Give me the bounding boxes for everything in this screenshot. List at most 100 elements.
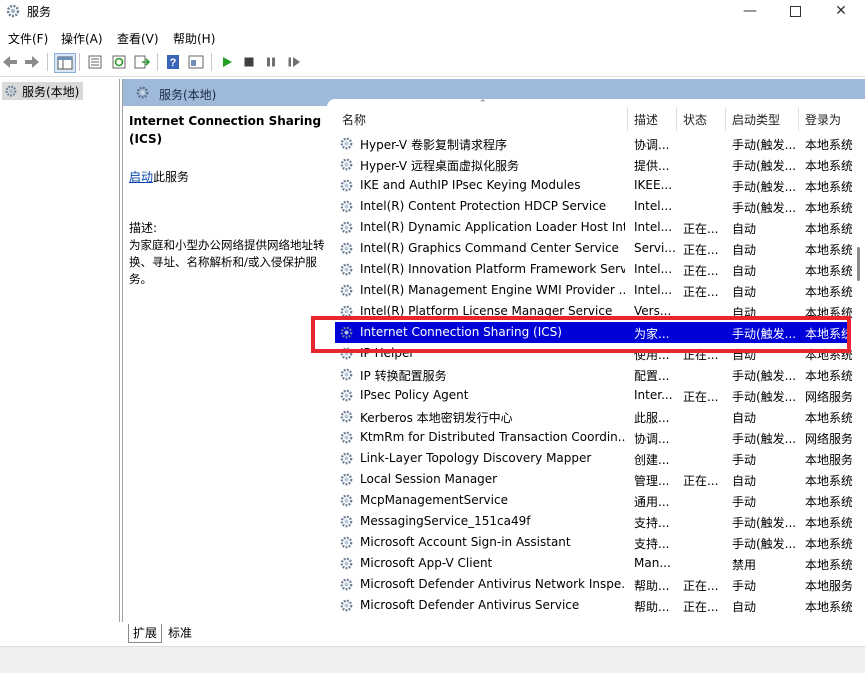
service-name-cell: Microsoft App-V Client [360,556,493,570]
service-desc-cell: Inter... [634,388,673,402]
pause-service-button[interactable] [261,53,281,71]
service-row[interactable]: Kerberos 本地密钥发行中心 此服... 自动 本地系统 [335,406,853,427]
maximize-icon [789,5,801,17]
service-row[interactable]: Local Session Manager 管理... 正在... 自动 本地系统 [335,469,853,490]
service-row[interactable]: KtmRm for Distributed Transaction Coordi… [335,427,853,448]
service-gear-icon [340,221,353,234]
tab-standard[interactable]: 标准 [164,624,196,642]
service-row[interactable]: McpManagementService 通用... 手动 本地系统 [335,490,853,511]
service-gear-icon [340,410,353,423]
minimize-button[interactable]: — [728,0,772,22]
service-row[interactable]: Intel(R) Dynamic Application Loader Host… [335,217,853,238]
service-logon-cell: 本地系统 [805,495,854,509]
service-description-label: 描述: [129,221,158,235]
service-name-cell: Hyper-V 卷影复制请求程序 [360,138,507,152]
column-header-status[interactable]: 状态 [683,111,707,131]
service-status-cell: 正在... [683,600,719,614]
service-title: Internet Connection Sharing (ICS) [129,114,322,146]
service-startup-cell: 手动(触发... [732,201,797,215]
services-gear-icon [5,85,17,97]
service-gear-icon [340,242,353,255]
service-startup-cell: 自动 [732,264,757,278]
service-row[interactable]: Microsoft Defender Antivirus Network Ins… [335,574,853,595]
service-row[interactable]: Intel(R) Management Engine WMI Provider … [335,280,853,301]
service-row[interactable]: MessagingService_151ca49f 支持... 手动(触发... 本地… [335,511,853,532]
service-row[interactable]: Intel(R) Graphics Command Center Service… [335,238,853,259]
refresh-button[interactable] [109,53,129,71]
maximize-button[interactable] [773,0,817,22]
service-row[interactable]: Intel(R) Innovation Platform Framework S… [335,259,853,280]
service-desc-cell: 配置... [634,369,670,383]
menu-action[interactable]: 操作(A) [61,30,103,47]
properties-button[interactable] [85,53,105,71]
service-name-cell: Intel(R) Content Protection HDCP Service [360,199,607,213]
restart-service-button[interactable] [284,53,304,71]
service-desc-cell: IKEE... [634,178,673,192]
service-gear-icon [340,452,353,465]
column-header-startup-type[interactable]: 启动类型 [732,111,780,131]
menu-file[interactable]: 文件(F) [8,30,48,47]
service-startup-cell: 自动 [732,222,757,236]
service-row[interactable]: Microsoft Defender Antivirus Service 帮助..… [335,595,853,616]
stop-icon [244,57,254,67]
show-hide-console-tree-button[interactable] [54,53,76,73]
service-row[interactable]: Link-Layer Topology Discovery Mapper 创建..… [335,448,853,469]
service-logon-cell: 网络服务 [805,390,854,404]
service-row[interactable]: IKE and AuthIP IPsec Keying Modules IKEE.… [335,175,853,196]
stop-service-button[interactable] [239,53,259,71]
service-startup-cell: 手动(触发... [732,516,797,530]
export-icon [134,55,150,69]
service-logon-cell: 本地系统 [805,222,854,236]
service-name-cell: Link-Layer Topology Discovery Mapper [360,451,592,465]
menu-view[interactable]: 查看(V) [117,30,159,47]
service-status-cell: 正在... [683,243,719,257]
service-row[interactable]: IP 转换配置服务 配置... 手动(触发... 本地系统 [335,364,853,385]
column-header-name[interactable]: 名称 [342,111,366,131]
scrollbar-thumb[interactable] [857,247,860,281]
start-service-link[interactable]: 启动 [129,170,153,184]
close-icon: ✕ [835,3,847,19]
service-name-cell: Microsoft Defender Antivirus Service [360,598,580,612]
service-logon-cell: 本地系统 [805,138,854,152]
service-name-cell: IKE and AuthIP IPsec Keying Modules [360,178,581,192]
refresh-icon [112,55,126,69]
service-desc-cell: 支持... [634,516,670,530]
export-list-button[interactable] [132,53,152,71]
start-service-button[interactable] [217,53,237,71]
service-desc-cell: 协调... [634,432,670,446]
service-row[interactable]: Microsoft App-V Client Man... 禁用 本地系统 [335,553,853,574]
help-button[interactable]: ? [163,53,183,71]
service-row[interactable]: IPsec Policy Agent Inter... 正在... 手动(触发... 网… [335,385,853,406]
services-list: ⌃ 名称 描述 状态 启动类型 登录为 Hyper-V 卷影复制请求程序 协调..… [327,99,865,621]
close-button[interactable]: ✕ [819,0,863,22]
tab-extended[interactable]: 扩展 [128,624,163,643]
service-status-cell: 正在... [683,285,719,299]
column-header-log-on-as[interactable]: 登录为 [805,111,841,131]
service-startup-cell: 禁用 [732,558,757,572]
service-row[interactable]: Hyper-V 卷影复制请求程序 协调... 手动(触发... 本地系统 [335,133,853,154]
menu-help[interactable]: 帮助(H) [173,30,215,47]
back-button[interactable] [0,53,20,71]
service-status-cell: 正在... [683,474,719,488]
tree-item-services-local[interactable]: 服务(本地) [2,82,84,100]
service-startup-cell: 手动(触发... [732,369,797,383]
service-logon-cell: 本地系统 [805,264,854,278]
service-startup-cell: 自动 [732,243,757,257]
service-gear-icon [340,368,353,381]
service-row[interactable]: Microsoft Account Sign-in Assistant 支持...… [335,532,853,553]
highlight-annotation-box [311,316,851,353]
service-logon-cell: 本地系统 [805,411,854,425]
view-button[interactable] [186,53,206,71]
service-gear-icon [340,137,353,150]
column-header-description[interactable]: 描述 [634,111,658,131]
vertical-scrollbar[interactable] [852,129,865,621]
forward-button[interactable] [22,53,42,71]
service-row[interactable]: Hyper-V 远程桌面虚拟化服务 提供... 手动(触发... 本地系统 [335,154,853,175]
service-startup-cell: 自动 [732,474,757,488]
service-startup-cell: 手动(触发... [732,180,797,194]
service-startup-cell: 自动 [732,411,757,425]
service-desc-cell: Intel... [634,220,673,234]
service-logon-cell: 本地系统 [805,201,854,215]
pane-header-title: 服务(本地) [159,88,217,102]
service-row[interactable]: Intel(R) Content Protection HDCP Service… [335,196,853,217]
